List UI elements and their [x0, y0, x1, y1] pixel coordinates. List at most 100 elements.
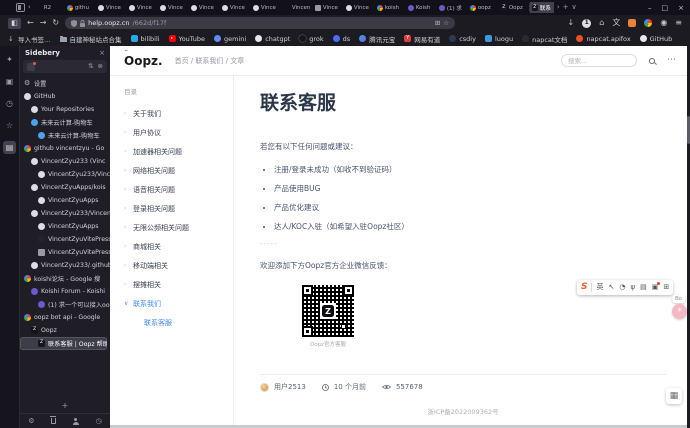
- toc-item[interactable]: › 语音相关问题: [124, 180, 233, 199]
- tree-tab-item[interactable]: koishi论坛 - Google 搜: [20, 272, 110, 285]
- search-input[interactable]: [561, 54, 637, 67]
- tree-tab-item[interactable]: (1) 求一个可以接入oo: [20, 298, 110, 311]
- synced-tabs-icon[interactable]: ▣: [3, 75, 16, 88]
- bookmark-star-icon[interactable]: ☆: [443, 19, 449, 27]
- toc-item[interactable]: 联系客服: [124, 313, 233, 332]
- translate-en-icon[interactable]: 英: [596, 284, 603, 291]
- keyboard-icon[interactable]: ▤: [640, 284, 647, 291]
- bookmark-item[interactable]: 自建神秘站点合集: [59, 34, 122, 44]
- bookmark-item[interactable]: luogu: [484, 35, 513, 43]
- browser-tab[interactable]: Vince: [220, 2, 250, 13]
- scroll-tabs-right-button[interactable]: ›: [557, 4, 560, 11]
- ai-chatbot-icon[interactable]: ✦: [3, 53, 16, 66]
- bookmark-item[interactable]: csdiy: [449, 35, 476, 43]
- tree-tab-item[interactable]: VincentZyu233/.github: [20, 259, 110, 272]
- browser-tab[interactable]: githu: [65, 2, 95, 13]
- bookmark-item[interactable]: bilibili: [130, 35, 160, 43]
- browser-tab[interactable]: Vince: [189, 2, 219, 13]
- settings-icon[interactable]: ⚙: [28, 417, 34, 425]
- extension-colorful-icon[interactable]: [644, 19, 653, 27]
- browser-tab[interactable]: (1) 求: [437, 2, 467, 13]
- browser-tab[interactable]: oopz: [468, 2, 498, 13]
- cursor-icon[interactable]: ↖: [608, 284, 614, 291]
- microphone-icon[interactable]: ψ: [630, 284, 635, 291]
- menu-icon[interactable]: ≡: [675, 19, 682, 27]
- new-tab-button[interactable]: +: [563, 4, 569, 11]
- bookmark-item[interactable]: GitHub: [639, 35, 672, 43]
- tabs-panel-icon[interactable]: [27, 61, 36, 71]
- bookmark-item[interactable]: YouTube: [168, 35, 205, 43]
- sidebery-close-icon[interactable]: ×: [99, 49, 105, 57]
- toc-item[interactable]: › 商城相关: [124, 237, 233, 256]
- pink-assistant-button[interactable]: *: [672, 304, 687, 319]
- tree-tab-item[interactable]: VincentZyu233 (Vinc: [20, 155, 110, 168]
- tree-tab-item[interactable]: VincentZyu233/Vincen: [20, 207, 110, 220]
- toc-item[interactable]: › 用户协议: [124, 123, 233, 142]
- screenshot-icon[interactable]: ▣: [652, 282, 661, 291]
- forward-button[interactable]: →: [40, 19, 47, 27]
- extension-badge-icon[interactable]: 1: [582, 18, 592, 28]
- browser-tab[interactable]: Vince: [158, 2, 188, 13]
- toc-item[interactable]: › 关于我们: [124, 104, 233, 123]
- trash-icon[interactable]: [50, 416, 57, 424]
- breadcrumb[interactable]: 首页 / 联系我们 / 文章: [175, 56, 245, 66]
- bookmark-item[interactable]: 导入书签…: [8, 34, 51, 44]
- oopz-logo[interactable]: Oopz.: [124, 50, 163, 68]
- tree-tab-item[interactable]: 联系客服 | Oopz 帮助: [20, 337, 107, 350]
- history-clock-icon[interactable]: ◷: [96, 417, 102, 425]
- bookmark-item[interactable]: 网易有道: [404, 34, 440, 44]
- person-icon[interactable]: [72, 417, 79, 425]
- s-extension-logo[interactable]: S: [581, 283, 587, 292]
- list-all-tabs-button[interactable]: ∨: [572, 4, 577, 11]
- tree-tab-item[interactable]: GitHub: [20, 90, 110, 103]
- save-page-icon[interactable]: ⊞: [435, 19, 440, 27]
- tree-tab-item[interactable]: VincentZyuApps/kois: [20, 181, 110, 194]
- sidebery-new-tab-button[interactable]: +: [20, 398, 110, 413]
- bookmark-item[interactable]: chatgpt: [255, 35, 290, 43]
- minimize-button[interactable]: –: [648, 4, 652, 12]
- bo-widget[interactable]: Bo: [672, 295, 686, 303]
- more-menu-button[interactable]: ⋯: [667, 56, 676, 65]
- bookmark-item[interactable]: grok: [299, 35, 324, 43]
- page-qr-button[interactable]: ▦: [666, 388, 682, 404]
- tree-tab-item[interactable]: VincentZyuApps: [20, 194, 110, 207]
- extension-orange-icon[interactable]: [628, 19, 637, 27]
- browser-tab[interactable]: Vincent2: [282, 2, 312, 13]
- downloads-icon[interactable]: ↓: [568, 19, 575, 27]
- account-icon[interactable]: ◉: [660, 19, 667, 27]
- firefox-view-icon[interactable]: [16, 3, 25, 12]
- scroll-tabs-left-button[interactable]: ‹: [28, 4, 31, 11]
- translate-icon[interactable]: 文: [612, 19, 620, 27]
- browser-tab[interactable]: Vince: [313, 2, 343, 13]
- browser-tab[interactable]: R2: [34, 2, 64, 13]
- history-icon[interactable]: ◷: [3, 97, 16, 110]
- toc-item[interactable]: ∨ 联系我们: [124, 294, 233, 313]
- tree-tab-item[interactable]: VincentZyuApps: [20, 220, 110, 233]
- browser-tab[interactable]: Vince: [251, 2, 281, 13]
- browser-tab[interactable]: Vince: [96, 2, 126, 13]
- grid-more-icon[interactable]: ⊞: [663, 284, 669, 291]
- tree-tab-item[interactable]: 未来云计算-购物车: [20, 129, 110, 142]
- bookmark-item[interactable]: napcat.apifox: [576, 35, 631, 43]
- tree-tab-item[interactable]: VincentZyuVitePress: [20, 233, 110, 246]
- browser-tab[interactable]: Vince: [344, 2, 374, 13]
- tree-tab-item[interactable]: Oopz: [20, 324, 110, 337]
- browser-tab[interactable]: koish: [375, 2, 405, 13]
- bookmark-item[interactable]: gemini: [214, 35, 246, 43]
- maximize-button[interactable]: □: [662, 4, 669, 12]
- tree-tab-item[interactable]: 设置: [20, 77, 110, 90]
- toc-item[interactable]: › 登录相关问题: [124, 199, 233, 218]
- dismiss-icon[interactable]: ⊗: [98, 63, 103, 70]
- sort-icon[interactable]: ⇅: [88, 63, 93, 70]
- tree-tab-item[interactable]: VincentZyuVitePress: [20, 246, 110, 259]
- sidebar-toggle-button[interactable]: ◧: [8, 17, 21, 29]
- toc-item[interactable]: › 加速器相关问题: [124, 142, 233, 161]
- tree-tab-item[interactable]: github vincentzyu - Go: [20, 142, 110, 155]
- reload-button[interactable]: ↻: [52, 19, 59, 27]
- tree-tab-item[interactable]: VincentZyu233/Vinc: [20, 168, 110, 181]
- toc-item[interactable]: › 无限公频相关问题: [124, 218, 233, 237]
- url-bar[interactable]: help.oopz.cn/662d/f17f ⊞ ☆: [65, 17, 456, 29]
- browser-tab[interactable]: Oopz: [499, 2, 529, 13]
- tree-tab-item[interactable]: 未来云计算-购物车: [20, 116, 110, 129]
- close-window-button[interactable]: ×: [678, 4, 684, 12]
